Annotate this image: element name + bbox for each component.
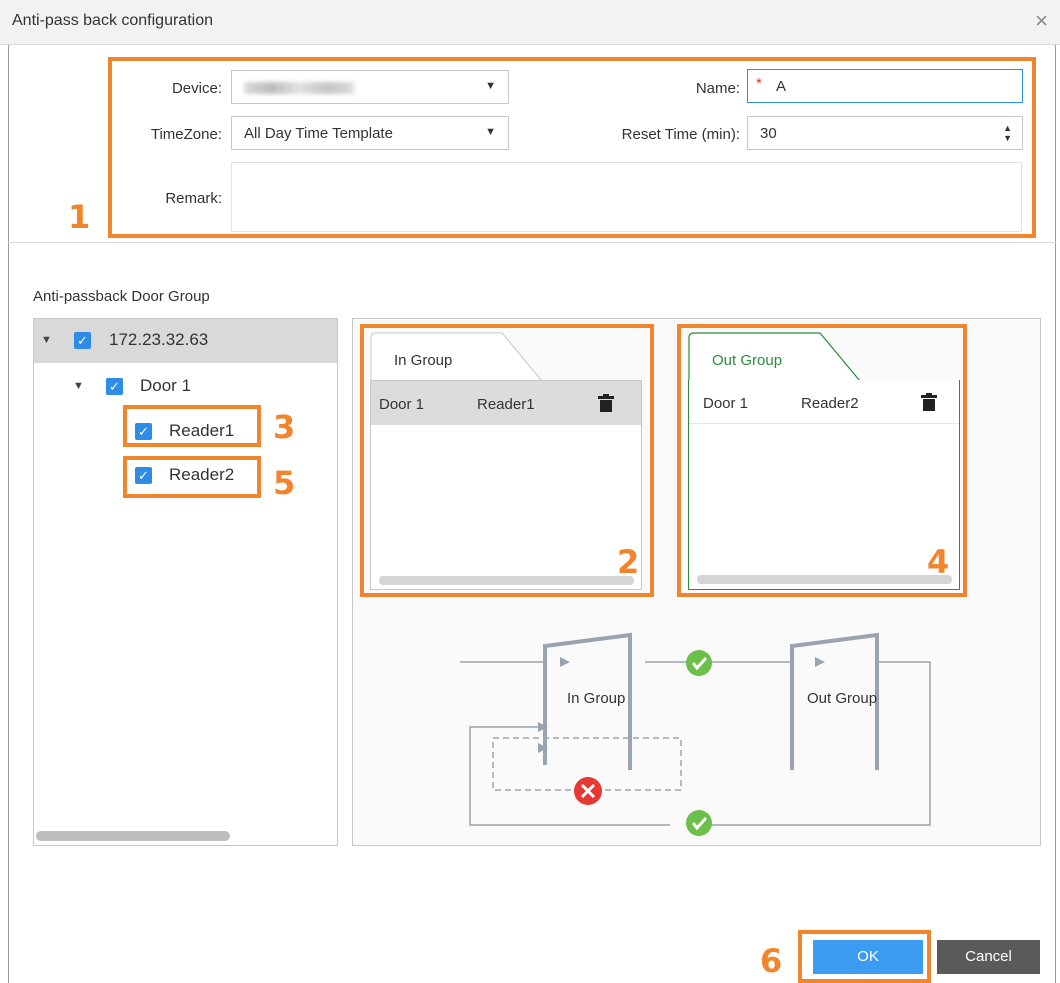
checkbox-icon[interactable]: ✓ — [74, 332, 91, 349]
close-icon[interactable]: × — [1035, 8, 1048, 34]
cross-icon — [574, 777, 602, 805]
anti-passback-diagram — [460, 632, 931, 836]
window-title: Anti-pass back configuration — [12, 12, 213, 29]
diagram-out-label: Out Group — [807, 690, 878, 707]
checkbox-icon[interactable]: ✓ — [106, 378, 123, 395]
annotation-number-5: 5 — [273, 464, 296, 502]
tree-scrollbar[interactable] — [36, 831, 230, 841]
annotation-box-6 — [798, 930, 931, 983]
expand-caret-icon[interactable]: ▼ — [73, 380, 84, 392]
annotation-box-1 — [108, 57, 1036, 238]
check-icon-top — [686, 650, 712, 676]
tree-door-label: Door 1 — [140, 376, 192, 395]
section-divider — [8, 242, 1056, 243]
annotation-number-2: 2 — [617, 543, 640, 581]
annotation-box-3 — [123, 405, 261, 447]
annotation-number-4: 4 — [927, 543, 950, 581]
annotation-box-5 — [123, 456, 261, 498]
tree-row-device[interactable]: ▼ ✓ 172.23.32.63 — [34, 319, 337, 363]
annotation-box-4 — [677, 324, 967, 597]
door-group-title: Anti-passback Door Group — [33, 288, 210, 305]
check-icon-bottom — [686, 810, 712, 836]
annotation-number-6: 6 — [760, 942, 783, 980]
tree-row-door[interactable]: ▼ ✓ Door 1 — [34, 365, 337, 409]
title-bar: Anti-pass back configuration × — [0, 0, 1060, 45]
annotation-number-1: 1 — [68, 198, 91, 236]
annotation-box-2 — [360, 324, 654, 597]
diagram-in-label: In Group — [567, 690, 626, 707]
annotation-number-3: 3 — [273, 408, 296, 446]
tree-device-label: 172.23.32.63 — [109, 330, 209, 349]
door-tree: ▼ ✓ 172.23.32.63 ▼ ✓ Door 1 ✓ Reader1 ✓ … — [33, 318, 338, 846]
expand-caret-icon[interactable]: ▼ — [41, 334, 52, 346]
cancel-button[interactable]: Cancel — [937, 940, 1040, 974]
